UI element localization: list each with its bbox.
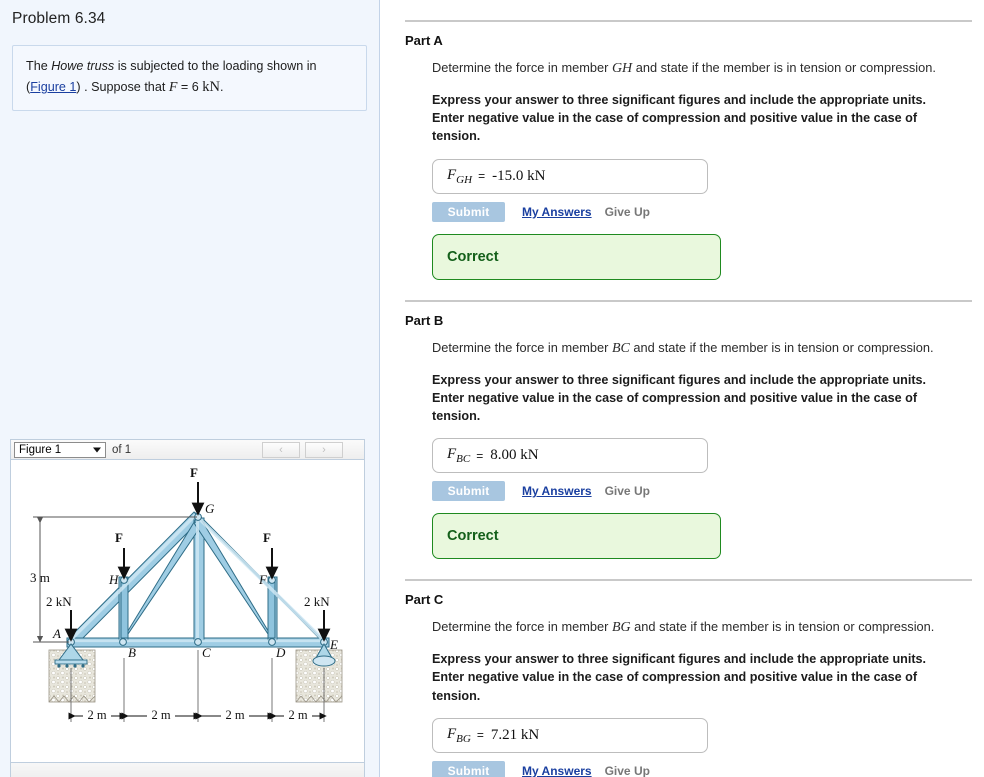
part-divider: [405, 299, 972, 302]
my-answers-link[interactable]: My Answers: [522, 764, 592, 777]
page-title: Problem 6.34: [12, 10, 106, 27]
load-label-f: F: [263, 530, 271, 545]
give-up-link[interactable]: Give Up: [605, 205, 650, 219]
joint-label-A: A: [52, 626, 61, 641]
figure-toolbar: Figure 1 of 1 ‹ ›: [10, 439, 365, 460]
equals-sign: =: [478, 169, 486, 184]
equals-sign: =: [476, 728, 484, 743]
part-b-prompt: Determine the force in member BC and sta…: [432, 339, 972, 359]
joint-label-H: H: [108, 572, 119, 587]
part-b-controls: Submit My Answers Give Up: [432, 481, 972, 502]
statement-period: .: [219, 80, 224, 95]
statement-text-post: ) . Suppose that: [76, 80, 169, 95]
equals-sign: =: [476, 448, 484, 463]
submit-button[interactable]: Submit: [432, 481, 505, 502]
part-a-prompt: Determine the force in member GH and sta…: [432, 59, 972, 79]
answer-symbol: FGH: [447, 166, 473, 186]
statement-text-pre: The: [26, 59, 52, 73]
prompt-post: and state if the member is in tension or…: [629, 339, 934, 355]
figure-select-value: Figure 1: [19, 443, 62, 456]
part-b-answer-input[interactable]: FBC = 8.00 kN: [432, 438, 708, 474]
answer-symbol: FBC: [447, 446, 471, 466]
prompt-post: and state if the member is in tension or…: [632, 60, 936, 75]
answer-value: 7.21 kN: [490, 726, 540, 743]
member-name: BG: [611, 620, 631, 636]
svg-text:2 m: 2 m: [225, 708, 244, 722]
part-a-heading: Part A: [405, 33, 443, 48]
part-a-instructions: Express your answer to three significant…: [432, 92, 927, 144]
answer-symbol: FBG: [447, 725, 471, 745]
part-b-heading: Part B: [405, 312, 444, 328]
part-c-body: Determine the force in member BG and sta…: [405, 618, 972, 777]
prompt-pre: Determine the force in member: [432, 339, 612, 355]
joint-label-E: E: [329, 637, 338, 652]
part-c-answer-input[interactable]: FBG = 7.21 kN: [432, 717, 708, 753]
height-dimension-label: 3 m: [30, 570, 50, 585]
part-a-body: Determine the force in member GH and sta…: [405, 59, 972, 280]
prompt-post: and state if the member is in tension or…: [630, 619, 935, 635]
problem-sidebar: Problem 6.34 The Howe truss is subjected…: [0, 0, 380, 777]
figure-count-label: of 1: [112, 443, 132, 456]
member-name: BC: [611, 340, 630, 356]
svg-text:2 m: 2 m: [151, 708, 170, 722]
part-a-answer-input[interactable]: FGH = -15.0 kN: [432, 158, 708, 194]
svg-text:2 m: 2 m: [288, 708, 307, 722]
submit-button[interactable]: Submit: [432, 760, 505, 777]
figure-select-dropdown[interactable]: Figure 1: [14, 441, 106, 458]
joint-label-D: D: [275, 645, 286, 660]
feedback-text: Correct: [447, 528, 499, 545]
problem-statement: The Howe truss is subjected to the loadi…: [12, 45, 367, 112]
joint-label-G: G: [205, 501, 215, 516]
part-b-body: Determine the force in member BC and sta…: [405, 339, 972, 560]
my-answers-link[interactable]: My Answers: [522, 484, 592, 498]
statement-emphasis: Howe truss: [51, 59, 115, 73]
my-answers-link[interactable]: My Answers: [522, 205, 592, 219]
part-b-instructions: Express your answer to three significant…: [432, 372, 927, 424]
part-a-controls: Submit My Answers Give Up: [432, 201, 972, 222]
figure-canvas[interactable]: 2 kN F F F 2 kN A B C D E F G H 3 m 2 m …: [10, 460, 365, 763]
member-name: GH: [611, 61, 633, 76]
part-b-feedback: Correct: [432, 513, 721, 560]
load-label-g: F: [190, 465, 198, 480]
prompt-pre: Determine the force in member: [432, 619, 612, 635]
svg-text:2 m: 2 m: [87, 708, 106, 722]
part-c-controls: Submit My Answers Give Up: [432, 760, 972, 777]
figure-nav-group: ‹ ›: [257, 441, 361, 458]
prompt-pre: Determine the force in member: [432, 60, 612, 75]
figure-widget: Figure 1 of 1 ‹ › 2 kN F F F 2 kN A B C …: [10, 439, 365, 777]
figure-footer-bar: [10, 763, 365, 777]
load-label-left: 2 kN: [46, 594, 72, 609]
chevron-down-icon: [93, 447, 101, 452]
answer-value: 8.00 kN: [490, 447, 539, 464]
figure-prev-button[interactable]: ‹: [262, 441, 300, 458]
answer-value: -15.0 kN: [492, 167, 546, 184]
give-up-link[interactable]: Give Up: [605, 484, 650, 498]
joint-label-C: C: [202, 645, 211, 660]
part-divider: [405, 579, 972, 582]
part-c-instructions: Express your answer to three significant…: [432, 652, 927, 703]
part-c-heading: Part C: [405, 592, 444, 608]
figure-next-button[interactable]: ›: [305, 441, 343, 458]
page-root: Problem 6.34 The Howe truss is subjected…: [0, 0, 984, 777]
part-a-feedback: Correct: [432, 233, 721, 280]
part-c-prompt: Determine the force in member BG and sta…: [432, 618, 972, 638]
joint-label-F: F: [258, 572, 268, 587]
give-up-link[interactable]: Give Up: [605, 764, 650, 777]
parts-panel: Part A Determine the force in member GH …: [381, 0, 984, 777]
statement-equals: = 6: [177, 80, 199, 95]
submit-button[interactable]: Submit: [432, 201, 505, 222]
load-label-right: 2 kN: [304, 594, 330, 609]
truss-diagram: 2 kN F F F 2 kN A B C D E F G H 3 m 2 m …: [30, 465, 343, 723]
part-divider: [405, 20, 972, 22]
figure-1-link[interactable]: Figure 1: [30, 80, 76, 94]
feedback-text: Correct: [447, 248, 499, 265]
load-label-h: F: [115, 530, 123, 545]
statement-unit: kN: [202, 79, 220, 96]
joint-label-B: B: [128, 645, 136, 660]
